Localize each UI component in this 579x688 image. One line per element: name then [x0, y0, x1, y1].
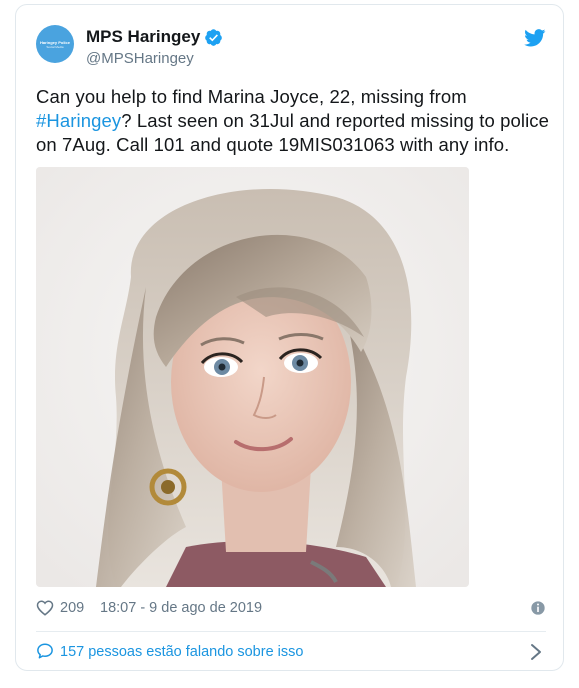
- conversation-label[interactable]: 157 pessoas estão falando sobre isso: [60, 644, 303, 660]
- tweet-photo[interactable]: [36, 167, 469, 587]
- display-name[interactable]: MPS Haringey: [86, 27, 200, 47]
- tweet-text-part1: Can you help to find Marina Joyce, 22, m…: [36, 86, 467, 107]
- author-block[interactable]: MPS Haringey @MPSHaringey: [86, 27, 223, 69]
- info-icon[interactable]: [530, 600, 546, 616]
- portrait-image: [36, 167, 469, 587]
- conversation-link[interactable]: 157 pessoas estão falando sobre isso: [36, 639, 546, 665]
- avatar[interactable]: Haringey Police Social Media: [36, 25, 74, 63]
- twitter-bird-icon[interactable]: [524, 29, 546, 47]
- heart-icon[interactable]: [36, 599, 54, 617]
- speech-bubble-icon: [37, 643, 53, 659]
- tweet-header: Haringey Police Social Media MPS Haringe…: [36, 25, 546, 75]
- timestamp-link[interactable]: 18:07 - 9 de ago de 2019: [100, 600, 262, 616]
- like-count[interactable]: 209: [60, 600, 84, 616]
- divider: [36, 631, 546, 632]
- handle[interactable]: @MPSHaringey: [86, 49, 223, 69]
- tweet-card[interactable]: Haringey Police Social Media MPS Haringe…: [15, 4, 564, 671]
- chevron-right-icon[interactable]: [530, 643, 542, 661]
- hashtag-link[interactable]: #Haringey: [36, 110, 121, 131]
- verified-badge-icon: [205, 28, 223, 46]
- tweet-text: Can you help to find Marina Joyce, 22, m…: [36, 85, 551, 157]
- avatar-text-line2: Social Media: [46, 44, 64, 49]
- tweet-meta: 209 18:07 - 9 de ago de 2019: [36, 597, 546, 621]
